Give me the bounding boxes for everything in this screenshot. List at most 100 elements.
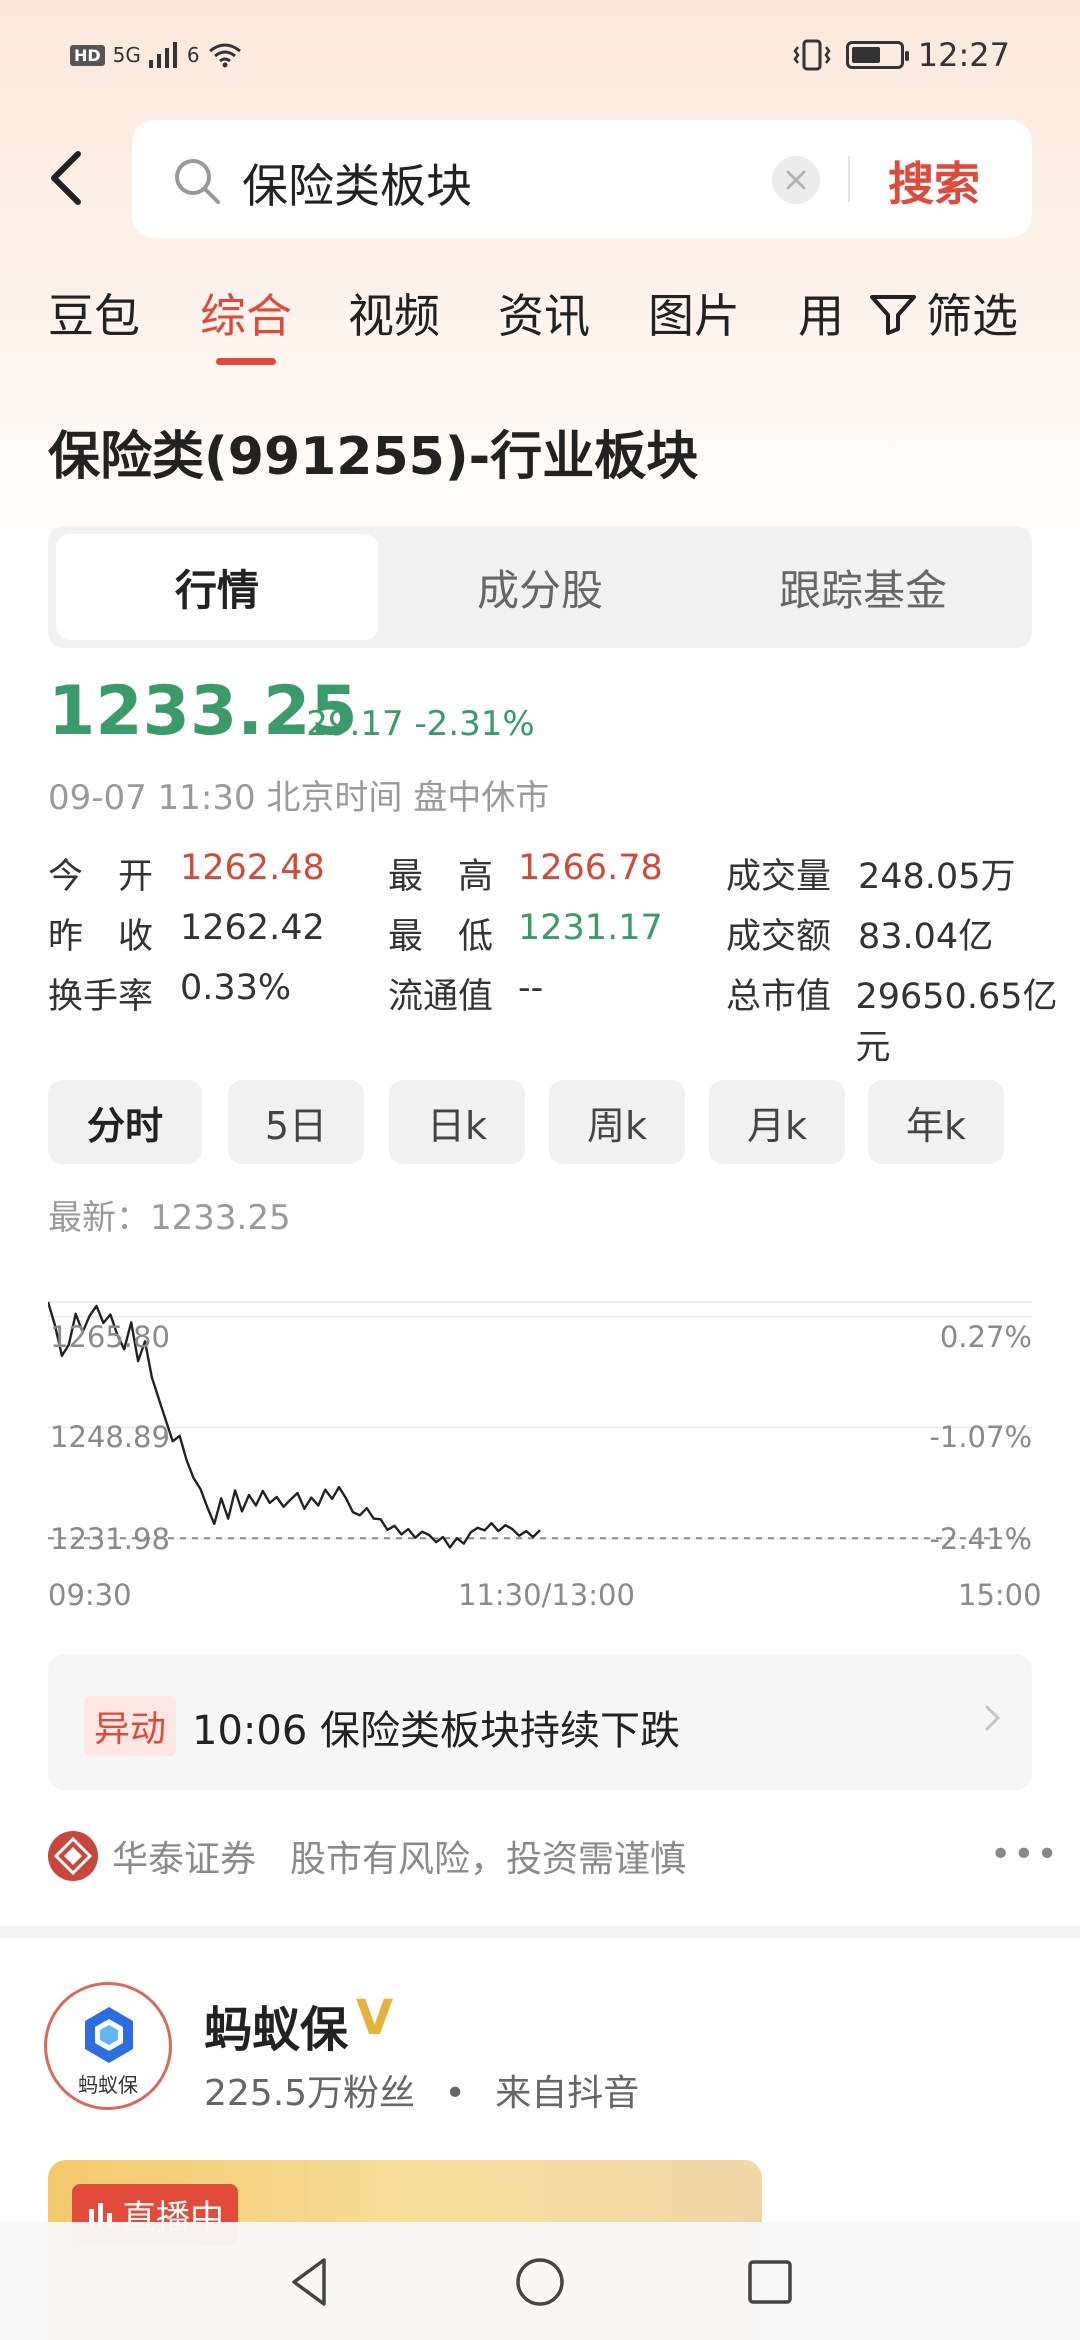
- stat-turnover-rate: 换手率 0.33%: [48, 968, 291, 1019]
- stat-label: 总市值: [726, 977, 832, 1017]
- status-right: 12:27: [792, 36, 1010, 74]
- latest-price-label: 最新：1233.25: [48, 1198, 291, 1238]
- stat-label: 换手率: [48, 977, 154, 1017]
- search-input[interactable]: 保险类板块: [242, 150, 472, 216]
- more-options-icon[interactable]: •••: [990, 1834, 1060, 1875]
- search-icon: [175, 159, 220, 204]
- stat-value: --: [518, 968, 544, 1008]
- tab-comprehensive[interactable]: 综合: [200, 280, 292, 346]
- stat-label: 成交额: [726, 917, 832, 957]
- period-monthly-k[interactable]: 月k: [709, 1080, 845, 1164]
- stat-value: 1231.17: [518, 908, 663, 948]
- signal-5g-label: 5G: [112, 43, 141, 67]
- stat-value: 29650.65亿元: [855, 977, 1058, 1068]
- avatar[interactable]: 蚂蚁保: [44, 1982, 172, 2110]
- clear-search-button[interactable]: [772, 156, 820, 204]
- active-tab-indicator: [216, 358, 276, 365]
- y-tick-label: 1265.80: [50, 1320, 170, 1354]
- period-5day[interactable]: 5日: [228, 1080, 364, 1164]
- chart-svg: [48, 1301, 1032, 1549]
- avatar-label: 蚂蚁保: [78, 2073, 138, 2097]
- stat-value: 1262.48: [180, 848, 325, 888]
- y-tick-label-right: 0.27%: [939, 1320, 1032, 1354]
- close-icon: [786, 170, 806, 190]
- stat-label: 成交量: [726, 857, 832, 897]
- risk-disclaimer: 股市有风险，投资需谨慎: [290, 1839, 687, 1880]
- stat-value: 248.05万: [858, 857, 1016, 897]
- x-tick-label: 11:30/13:00: [458, 1578, 635, 1612]
- clock: 12:27: [917, 36, 1010, 74]
- search-divider: [848, 156, 850, 202]
- stat-turnover-amount: 成交额 83.04亿: [726, 908, 993, 959]
- hd-badge: HD: [70, 44, 105, 66]
- anomaly-alert-card[interactable]: 异动 10:06 保险类板块持续下跌: [48, 1654, 1032, 1790]
- vibrate-icon: [793, 39, 831, 71]
- period-daily-k[interactable]: 日k: [389, 1080, 525, 1164]
- tab-news[interactable]: 资讯: [498, 280, 590, 346]
- tab-images[interactable]: 图片: [648, 280, 740, 346]
- x-tick-label: 15:00: [958, 1578, 1042, 1612]
- price-change: -29.17 -2.31%: [294, 704, 535, 744]
- stat-value: 1266.78: [518, 848, 663, 888]
- battery-fill: [851, 47, 881, 63]
- tab-video[interactable]: 视频: [348, 280, 440, 346]
- follower-count: 225.5万粉丝: [204, 2073, 416, 2114]
- stat-float-cap: 流通值 --: [388, 968, 543, 1019]
- account-origin: 来自抖音: [495, 2073, 640, 2114]
- y-tick-label-right: -2.41%: [929, 1522, 1032, 1556]
- intraday-chart[interactable]: 1265.80 1248.89 1231.98 0.27% -1.07% -2.…: [48, 1290, 1032, 1620]
- stat-label: 今 开: [48, 857, 154, 897]
- period-yearly-k[interactable]: 年k: [868, 1080, 1004, 1164]
- wifi-icon: [208, 43, 241, 68]
- search-box[interactable]: 保险类板块 搜索: [132, 120, 1032, 238]
- stat-low: 最 低 1231.17: [388, 908, 663, 959]
- period-intraday[interactable]: 分时: [48, 1080, 202, 1164]
- segment-quote[interactable]: 行情: [56, 534, 378, 640]
- tab-user[interactable]: 用: [798, 280, 844, 346]
- signal-icon: [148, 42, 177, 68]
- stat-volume: 成交量 248.05万: [726, 848, 1015, 899]
- stats-row: 换手率 0.33% 流通值 -- 总市值 29650.65亿元: [48, 968, 1080, 1068]
- stat-market-cap: 总市值 29650.65亿元: [726, 968, 1080, 1070]
- stat-label: 昨 收: [48, 917, 154, 957]
- x-tick-label: 09:30: [48, 1578, 132, 1612]
- signal-6-label: 6: [186, 43, 200, 67]
- anomaly-text: 10:06 保险类板块持续下跌: [192, 1708, 680, 1754]
- filter-button[interactable]: 筛选: [868, 280, 1018, 346]
- anomaly-tag: 异动: [84, 1696, 177, 1756]
- data-source-row: 华泰证券 股市有风险，投资需谨慎: [48, 1830, 686, 1882]
- filter-icon: [870, 295, 916, 335]
- tab-doubao[interactable]: 豆包: [48, 280, 140, 346]
- back-arrow-icon[interactable]: [44, 148, 94, 208]
- stats-row: 昨 收 1262.42 最 低 1231.17 成交额 83.04亿: [48, 908, 1080, 964]
- stat-value: 1262.42: [180, 908, 325, 948]
- nav-recents-icon[interactable]: [740, 2252, 800, 2312]
- chevron-right-icon: [984, 1704, 1001, 1732]
- nav-home-icon[interactable]: [510, 2252, 570, 2312]
- account-name[interactable]: 蚂蚁保: [204, 1990, 348, 2060]
- section-divider: [0, 1926, 1080, 1938]
- stat-value: 83.04亿: [858, 917, 994, 957]
- search-button[interactable]: 搜索: [888, 148, 980, 214]
- source-name[interactable]: 华泰证券: [112, 1830, 256, 1882]
- battery-icon: [845, 41, 909, 69]
- y-tick-label-right: -1.07%: [929, 1420, 1032, 1454]
- nav-back-icon[interactable]: [280, 2252, 340, 2312]
- period-weekly-k[interactable]: 周k: [549, 1080, 685, 1164]
- segment-constituents[interactable]: 成分股: [379, 534, 701, 640]
- account-meta: 225.5万粉丝 • 来自抖音: [204, 2064, 639, 2116]
- segmented-control: 行情 成分股 跟踪基金: [48, 526, 1032, 648]
- status-left: HD 5G 6: [70, 42, 242, 68]
- stat-prev-close: 昨 收 1262.42: [48, 908, 325, 959]
- meta-separator: •: [444, 2073, 466, 2114]
- status-bar: HD 5G 6 12:27: [0, 0, 1080, 120]
- antbao-logo-icon: [85, 2007, 133, 2063]
- system-navigation-bar: [0, 2222, 1080, 2340]
- stat-label: 最 高: [388, 857, 494, 897]
- stats-row: 今 开 1262.48 最 高 1266.78 成交量 248.05万: [48, 848, 1080, 904]
- stat-open: 今 开 1262.48: [48, 848, 325, 899]
- segment-tracking-funds[interactable]: 跟踪基金: [702, 534, 1024, 640]
- quote-time: 09-07 11:30 北京时间 盘中休市: [48, 778, 550, 818]
- page-title: 保险类(991255)-行业板块: [48, 427, 699, 487]
- y-tick-label: 1231.98: [50, 1522, 170, 1556]
